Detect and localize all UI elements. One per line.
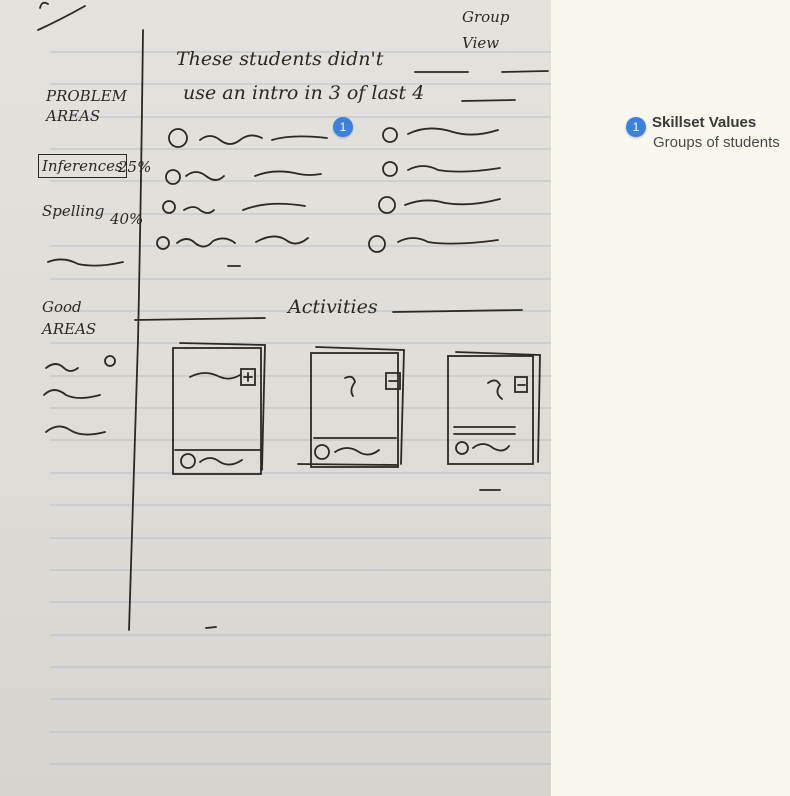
- problem-areas-label: PROBLEM AREAS: [46, 87, 127, 125]
- good-areas-label: Good AREAS: [42, 298, 97, 338]
- problem-area-inferences-percent: 25%: [118, 158, 152, 176]
- activities-label: Activities: [288, 296, 378, 318]
- problem-area-spelling: Spelling: [42, 202, 105, 220]
- annotation-marker[interactable]: 1: [626, 117, 646, 137]
- group-view-note: Group View: [462, 8, 510, 52]
- sketch-paper: Group View These students didn't use an …: [0, 0, 551, 796]
- annotation-title: Skillset Values: [652, 114, 757, 131]
- annotation-marker-on-sketch[interactable]: 1: [333, 117, 353, 137]
- problem-area-spelling-percent: 40%: [110, 210, 144, 228]
- annotation-subtitle: Groups of students: [653, 134, 780, 151]
- sketch-heading-line1: These students didn't: [176, 48, 384, 70]
- problem-area-inferences: Inferences: [38, 154, 127, 178]
- sketch-heading-line2: use an intro in 3 of last 4: [183, 82, 425, 104]
